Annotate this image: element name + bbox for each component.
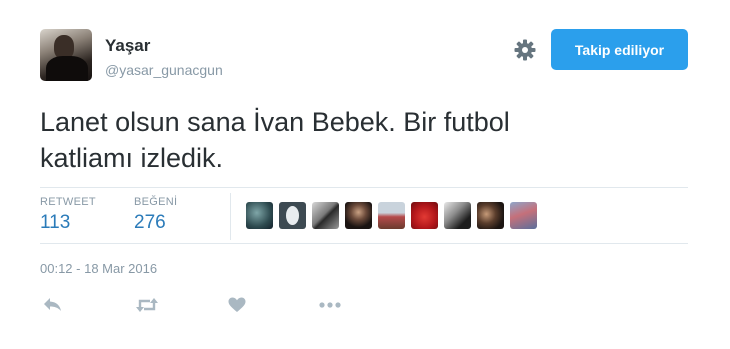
liker-avatar[interactable] bbox=[411, 202, 438, 229]
retweet-count[interactable]: 113 bbox=[40, 212, 96, 234]
liker-avatar[interactable] bbox=[477, 202, 504, 229]
tweet-text: Lanet olsun sana İvan Bebek. Bir futbol … bbox=[40, 104, 680, 176]
liker-avatar[interactable] bbox=[345, 202, 372, 229]
divider-bottom bbox=[40, 243, 688, 244]
liker-avatar[interactable] bbox=[246, 202, 273, 229]
avatar-body bbox=[46, 56, 88, 81]
divider-top bbox=[40, 187, 688, 188]
retweet-stat[interactable]: RETWEET 113 bbox=[40, 196, 96, 234]
user-handle[interactable]: @yasar_gunacgun bbox=[105, 62, 223, 78]
heart-icon[interactable] bbox=[224, 293, 250, 317]
like-stat[interactable]: BEĞENİ 276 bbox=[134, 196, 177, 234]
avatar[interactable] bbox=[40, 29, 92, 81]
more-dots-icon[interactable] bbox=[317, 293, 343, 317]
display-name[interactable]: Yaşar bbox=[105, 36, 150, 56]
stats-separator bbox=[230, 193, 231, 240]
tweet-timestamp[interactable]: 00:12 - 18 Mar 2016 bbox=[40, 261, 157, 276]
likers-avatars bbox=[246, 202, 537, 229]
tweet-text-line1: Lanet olsun sana İvan Bebek. Bir futbol bbox=[40, 107, 510, 137]
retweet-icon[interactable] bbox=[134, 293, 160, 317]
liker-avatar[interactable] bbox=[444, 202, 471, 229]
reply-icon[interactable] bbox=[40, 293, 66, 317]
like-count[interactable]: 276 bbox=[134, 212, 177, 234]
liker-avatar[interactable] bbox=[279, 202, 306, 229]
tweet-card: Yaşar @yasar_gunacgun Takip ediliyor Lan… bbox=[0, 0, 730, 349]
tweet-text-line2: katliamı izledik. bbox=[40, 143, 224, 173]
gear-icon[interactable] bbox=[513, 38, 537, 62]
like-label: BEĞENİ bbox=[134, 196, 178, 208]
retweet-label: RETWEET bbox=[40, 196, 96, 208]
liker-avatar[interactable] bbox=[378, 202, 405, 229]
following-button[interactable]: Takip ediliyor bbox=[551, 29, 688, 70]
liker-avatar[interactable] bbox=[312, 202, 339, 229]
liker-avatar[interactable] bbox=[510, 202, 537, 229]
